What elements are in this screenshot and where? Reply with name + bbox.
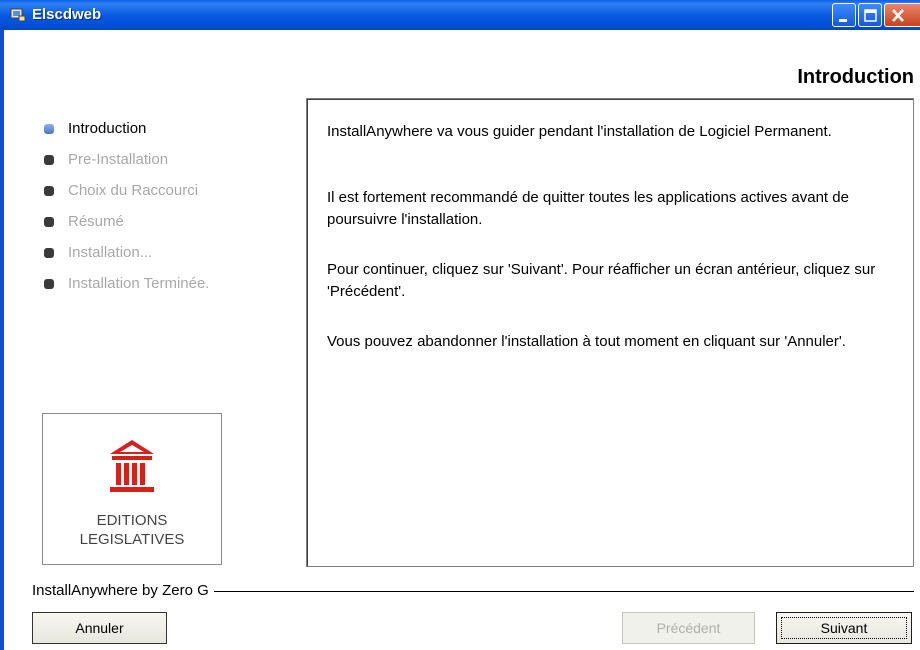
maximize-icon [864,9,877,22]
step-label: Résumé [68,213,124,230]
step-label: Introduction [68,120,147,137]
logo-line1: EDITIONS [96,512,168,529]
focus-ring [781,617,907,639]
publisher-logo: EDITIONS LEGISLATIVES [42,413,222,565]
step-bullet-icon [44,279,54,289]
step-label: Pre-Installation [68,151,169,168]
step-bullet-icon [44,155,54,165]
step-bullet-icon [44,217,54,227]
recommendation-paragraph: Il est fortement recommandé de quitter t… [327,189,849,228]
vendor-label: InstallAnywhere by Zero G [32,582,214,599]
step-bullet-icon [44,186,54,196]
close-icon [892,9,904,22]
minimize-button[interactable] [832,3,856,27]
active-step-bullet-icon [44,124,54,134]
window-border [0,30,4,650]
minimize-icon [839,19,847,22]
window-title: Elscdweb [32,6,102,23]
close-button[interactable] [884,3,920,27]
installer-window: Elscdweb Introduction Introduction Pre-I… [0,0,920,650]
cancel-button[interactable]: Annuler [32,612,167,644]
navigation-paragraph: Pour continuer, cliquez sur 'Suivant'. P… [327,261,876,300]
page-title: Introduction [797,66,914,88]
maximize-button[interactable] [858,3,882,27]
step-label: Choix du Raccourci [68,182,199,199]
step-label: Installation... [68,244,153,261]
logo-line2: LEGISLATIVES [79,531,185,548]
title-bar[interactable]: Elscdweb [0,0,920,30]
step-label: Installation Terminée. [68,275,210,292]
introduction-text-panel: InstallAnywhere va vous guider pendant l… [306,98,914,567]
columns-building-icon [110,440,154,492]
step-bullet-icon [44,248,54,258]
intro-paragraph: InstallAnywhere va vous guider pendant l… [327,123,832,140]
app-icon [10,8,26,22]
next-button[interactable]: Suivant [776,612,912,644]
previous-button[interactable]: Précédent [622,612,755,644]
cancel-paragraph: Vous pouvez abandonner l'installation à … [327,333,846,350]
